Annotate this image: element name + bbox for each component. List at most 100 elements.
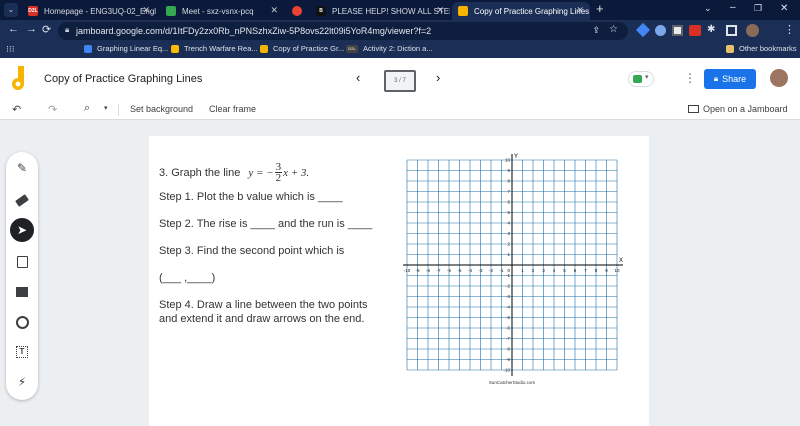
laser-tool[interactable]: ⚡︎ (10, 370, 34, 394)
step-2-text: Step 2. The rise is ____ and the run is … (159, 218, 373, 230)
record-favicon-icon (292, 6, 302, 16)
share-page-icon[interactable]: ⇪ (592, 25, 600, 36)
jamboard-favicon-icon (458, 6, 468, 16)
browser-tab[interactable]: D2L Homepage - ENG3UQ-02_English ✕ (22, 2, 156, 20)
image-icon (16, 287, 28, 297)
y-tick-label: -4 (506, 305, 510, 310)
step-3-text: Step 3. Find the second point which is (159, 245, 345, 257)
bookmark-label: Trench Warfare Rea... (184, 44, 258, 53)
new-tab-button[interactable]: + (596, 1, 604, 16)
browser-menu-icon[interactable]: ⋮ (784, 23, 795, 36)
bookmark-favicon-icon (171, 44, 179, 53)
browser-tab-active[interactable]: Copy of Practice Graphing Lines ✕ (452, 2, 590, 20)
y-tick-label: -7 (506, 336, 510, 341)
eraser-tool[interactable] (10, 188, 34, 212)
meet-icon[interactable]: ▾ (628, 71, 654, 87)
bookmark-item[interactable]: Trench Warfare Rea... (171, 44, 258, 53)
reload-icon[interactable]: ⟳ (42, 23, 51, 36)
more-options-icon[interactable]: ⋮ (684, 71, 696, 85)
set-background-button[interactable]: Set background (130, 104, 193, 114)
coordinate-grid: XY-10-10-9-9-8-8-7-7-6-6-5-5-4-4-3-3-2-2… (403, 154, 623, 385)
x-tick-label: -5 (457, 268, 461, 273)
x-tick-label: -6 (447, 268, 451, 273)
question-text: 3. Graph the line (159, 166, 241, 179)
profile-avatar[interactable] (746, 24, 759, 37)
jamboard-frame[interactable]: 3. Graph the line y = − 3 2 x + 3. Step … (149, 136, 649, 426)
close-tab-icon[interactable]: ✕ (576, 5, 584, 16)
extension-diamond-icon[interactable] (635, 22, 651, 38)
zoom-icon[interactable]: ⌕ (84, 102, 90, 115)
open-on-jamboard-button[interactable]: Open on a Jamboard (688, 104, 788, 114)
close-tab-icon[interactable]: ✕ (270, 5, 278, 16)
open-on-jamboard-label: Open on a Jamboard (703, 104, 788, 114)
x-tick-label: -3 (478, 268, 482, 273)
brainly-favicon-icon: B (316, 6, 326, 16)
redo-icon[interactable]: ↷ (48, 103, 57, 116)
browser-toolbar: ← → ⟳ 🔒︎ jamboard.google.com/d/1ItFDy2zx… (0, 20, 800, 42)
y-tick-label: -8 (506, 347, 510, 352)
x-tick-label: 5 (563, 268, 566, 273)
minimize-window-icon[interactable]: – (730, 2, 736, 13)
forward-arrow-icon[interactable]: → (26, 23, 37, 35)
jamboard-logo-icon[interactable] (12, 66, 26, 92)
bookmark-item[interactable]: D2L Activity 2: Diction a... (346, 44, 433, 53)
cursor-arrow-icon: ➤ (16, 223, 28, 237)
bookmark-item[interactable]: Copy of Practice Gr... (260, 44, 344, 53)
apps-grid-icon[interactable]: ⁝⁝⁝ (6, 44, 15, 55)
browser-tab[interactable]: Meet - sxz-vsnx-pcq ✕ (160, 2, 284, 20)
close-window-icon[interactable]: ✕ (780, 3, 788, 14)
y-tick-label: -9 (506, 357, 510, 362)
grid-credit: SunCatcherStudio.com (489, 380, 536, 385)
extension-video-icon[interactable] (689, 25, 701, 36)
next-frame-chevron-icon[interactable]: › (436, 70, 440, 85)
restore-window-icon[interactable]: ❐ (754, 3, 762, 14)
x-tick-label: 7 (584, 268, 587, 273)
jamboard-title[interactable]: Copy of Practice Graphing Lines (44, 73, 202, 85)
back-arrow-icon[interactable]: ← (8, 23, 19, 35)
bookmark-favicon-icon (84, 44, 92, 53)
origin-label: 0 (507, 268, 510, 273)
y-axis-label: Y (514, 154, 518, 160)
y-tick-label: -3 (506, 294, 510, 299)
circle-tool[interactable] (10, 310, 34, 334)
step-4-line-2: and extend it and draw arrows on the end… (159, 313, 365, 325)
bookmark-label: Copy of Practice Gr... (273, 44, 345, 53)
extensions-panel-icon[interactable] (726, 25, 737, 36)
address-bar[interactable]: 🔒︎ jamboard.google.com/d/1ItFDy2zx0Rb_nP… (58, 22, 628, 40)
browser-tab[interactable] (286, 2, 308, 20)
x-tick-label: 2 (532, 268, 535, 273)
x-tick-label: -4 (468, 268, 472, 273)
drawing-tools-panel: ✎ ➤ T ⚡︎ (6, 152, 38, 400)
select-tool[interactable]: ➤ (10, 218, 34, 242)
tab-list-chevron-icon[interactable]: ⌄ (704, 3, 712, 14)
monitor-icon (688, 105, 699, 113)
extension-puzzle-icon[interactable]: ✱ (707, 24, 715, 35)
clear-frame-button[interactable]: Clear frame (209, 104, 256, 114)
tab-title: Homepage - ENG3UQ-02_English (44, 6, 156, 16)
step-4-line-1: Step 4. Draw a line between the two poin… (159, 299, 368, 311)
close-tab-icon[interactable]: ✕ (142, 5, 150, 16)
sticky-note-tool[interactable] (10, 250, 34, 274)
undo-icon[interactable]: ↶ (12, 103, 21, 116)
browser-tab[interactable]: B PLEASE HELP! SHOW ALL STEPS ✕ (310, 2, 450, 20)
add-image-tool[interactable] (10, 280, 34, 304)
eraser-icon (15, 193, 29, 207)
text-box-tool[interactable]: T (10, 340, 34, 364)
tab-search-icon[interactable]: ⌄ (4, 3, 18, 17)
pen-icon: ✎ (16, 161, 28, 175)
user-avatar[interactable] (770, 69, 788, 87)
sticky-note-icon (16, 256, 28, 268)
x-tick-label: -2 (489, 268, 493, 273)
extension-circle-icon[interactable] (655, 25, 666, 36)
frame-bar-thumbnail[interactable]: 3 / 7 (384, 70, 416, 92)
close-tab-icon[interactable]: ✕ (436, 5, 444, 16)
bookmark-star-icon[interactable]: ☆ (609, 24, 618, 35)
pen-tool[interactable]: ✎ (10, 156, 34, 180)
share-button[interactable]: 🔒︎ Share (704, 69, 756, 89)
zoom-dropdown-icon[interactable]: ▾ (104, 104, 108, 112)
circle-icon (15, 315, 29, 329)
previous-frame-chevron-icon[interactable]: ‹ (356, 70, 360, 85)
extension-grid-icon[interactable] (672, 25, 683, 36)
other-bookmarks[interactable]: Other bookmarks (726, 44, 797, 53)
bookmark-item[interactable]: Graphing Linear Eq... (84, 44, 168, 53)
